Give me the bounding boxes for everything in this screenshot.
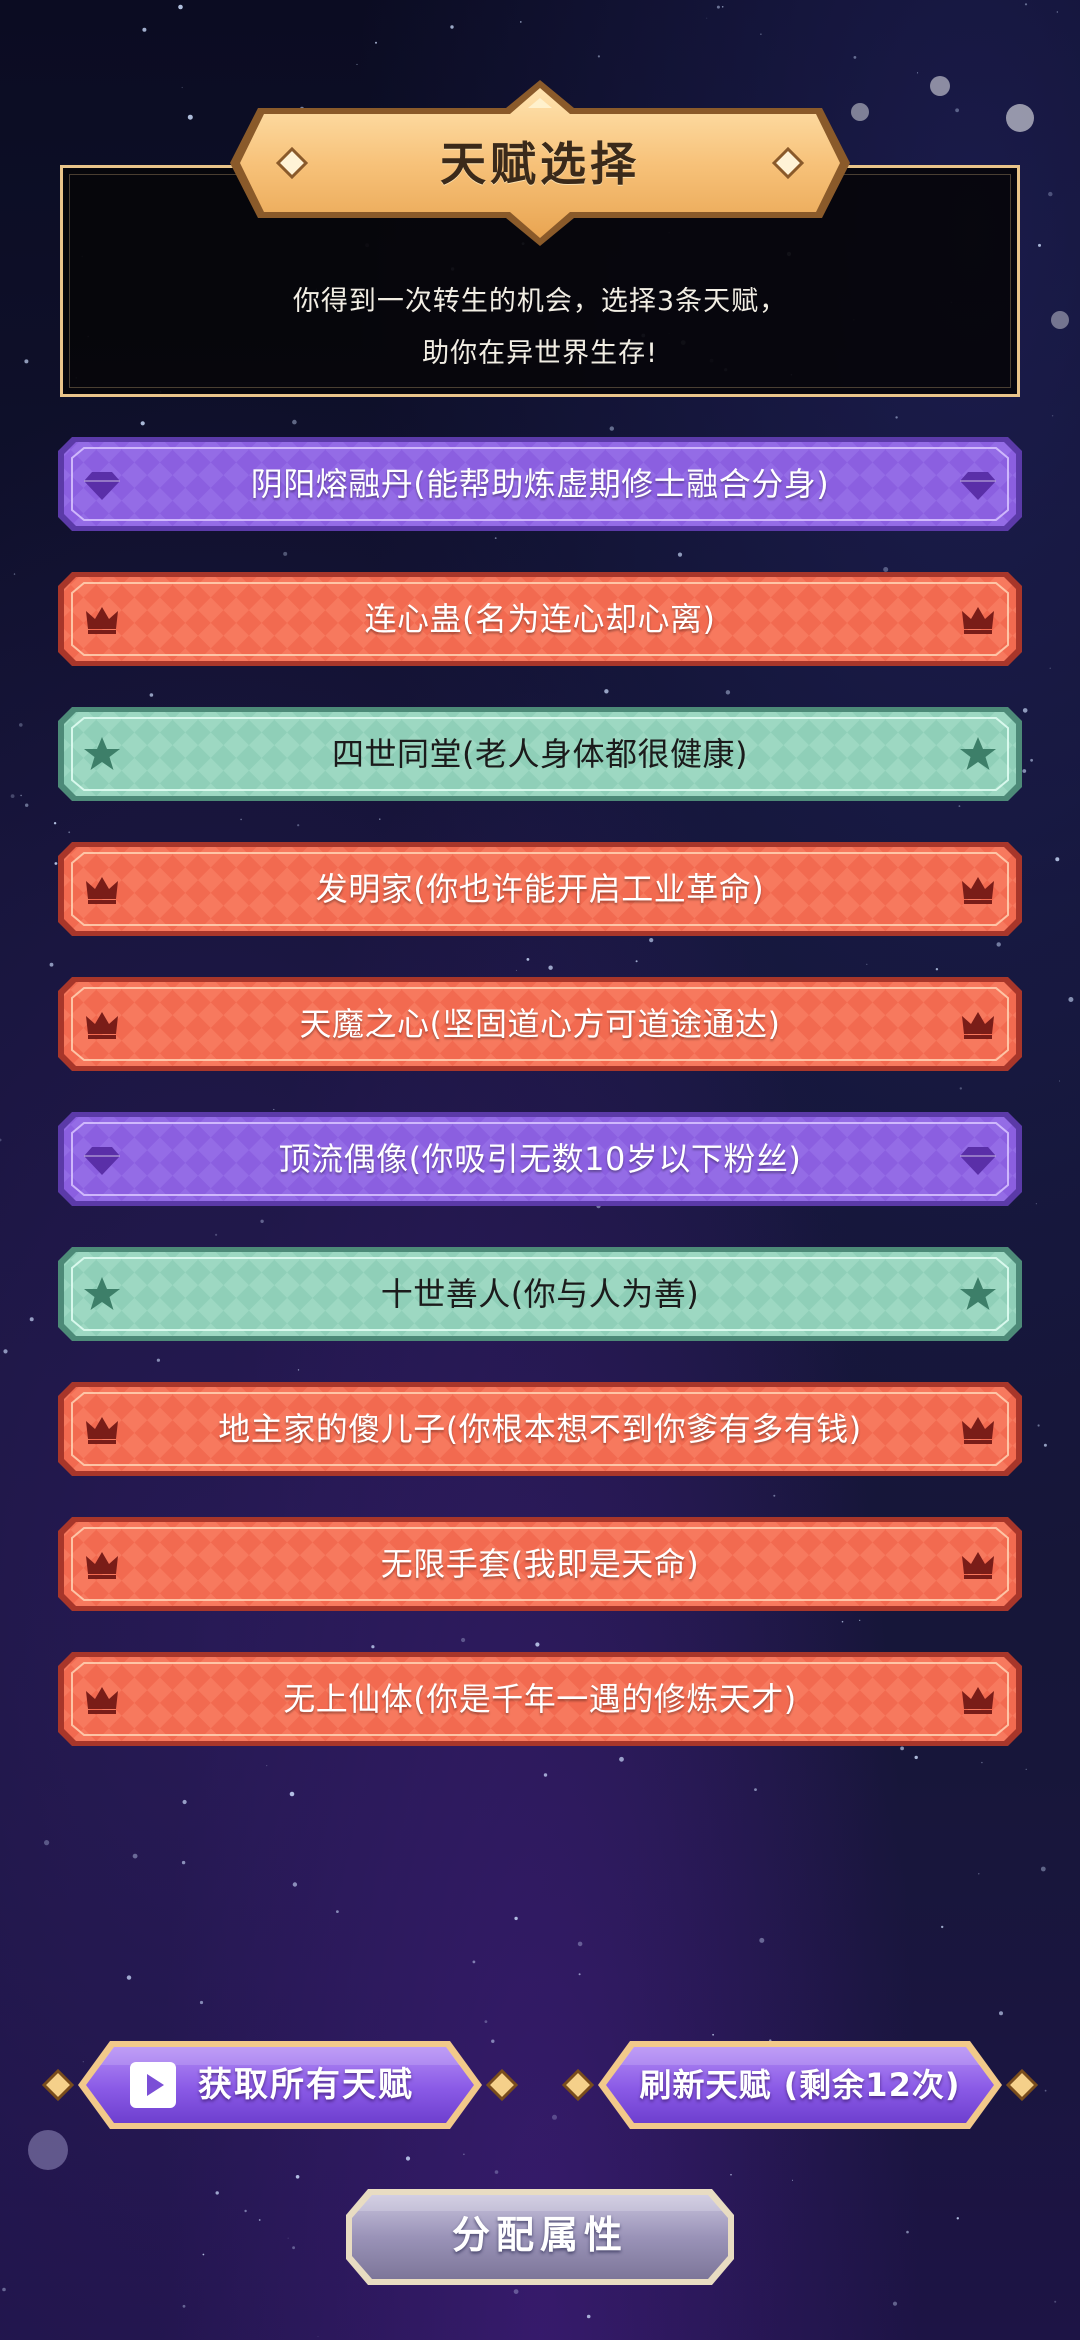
crown-icon [82,869,122,909]
talent-label: 顶流偶像(你吸引无数10岁以下粉丝) [278,1140,802,1178]
talent-label: 十世善人(你与人为善) [380,1275,700,1313]
talent-list: 阴阳熔融丹(能帮助炼虚期修士融合分身) 连心蛊(名为连心却心离) 四世同堂(老人身体… [58,437,1022,1787]
talent-label: 地主家的傻儿子(你根本想不到你爹有多有钱) [218,1410,862,1448]
talent-option[interactable]: 连心蛊(名为连心却心离) [58,572,1022,666]
talent-option[interactable]: 无限手套(我即是天命) [58,1517,1022,1611]
talent-option[interactable]: 发明家(你也许能开启工业革命) [58,842,1022,936]
crown-icon [958,869,998,909]
diamond-icon [82,464,122,504]
crown-icon [82,599,122,639]
talent-option[interactable]: 无上仙体(你是千年一遇的修炼天才) [58,1652,1022,1746]
assign-attributes-button[interactable]: 分配属性 [342,2185,738,2289]
refresh-talents-button[interactable]: 刷新天赋 (剩余12次) [550,2035,1050,2135]
talent-option[interactable]: 天魔之心(坚固道心方可道途通达) [58,977,1022,1071]
crown-icon [82,1004,122,1044]
talent-option[interactable]: 十世善人(你与人为善) [58,1247,1022,1341]
diamond-icon [82,1139,122,1179]
video-ad-icon [130,2062,176,2108]
talent-label: 发明家(你也许能开启工业革命) [315,870,765,908]
crown-icon [958,1679,998,1719]
subtitle-line-2: 助你在异世界生存! [422,338,658,369]
assign-attributes-label: 分配属性 [451,2213,628,2257]
diamond-icon [958,1139,998,1179]
talent-option[interactable]: 阴阳熔融丹(能帮助炼虚期修士融合分身) [58,437,1022,531]
subtitle-line-1: 你得到一次转生的机会，选择3条天赋， [292,286,788,317]
get-all-talents-button[interactable]: 获取所有天赋 [30,2035,530,2135]
crown-icon [82,1409,122,1449]
refresh-talents-label: 刷新天赋 (剩余12次) [639,2066,961,2104]
star-icon [82,734,122,774]
crown-icon [82,1679,122,1719]
talent-label: 连心蛊(名为连心却心离) [364,600,716,638]
talent-label: 无限手套(我即是天命) [380,1545,700,1583]
crown-icon [958,599,998,639]
crown-icon [82,1544,122,1584]
talent-option[interactable]: 顶流偶像(你吸引无数10岁以下粉丝) [58,1112,1022,1206]
diamond-icon [958,464,998,504]
talent-label: 阴阳熔融丹(能帮助炼虚期修士融合分身) [250,465,830,503]
crown-icon [958,1544,998,1584]
talent-label: 天魔之心(坚固道心方可道途通达) [299,1005,781,1043]
get-all-talents-label: 获取所有天赋 [198,2065,414,2105]
talent-option[interactable]: 四世同堂(老人身体都很健康) [58,707,1022,801]
page-title: 天赋选择 [440,137,640,191]
star-icon [958,1274,998,1314]
header-subtitle: 你得到一次转生的机会，选择3条天赋， 助你在异世界生存! [63,276,1017,380]
title-banner: 天赋选择 [222,74,858,252]
star-icon [82,1274,122,1314]
crown-icon [958,1004,998,1044]
crown-icon [958,1409,998,1449]
talent-label: 无上仙体(你是千年一遇的修炼天才) [283,1680,797,1718]
talent-label: 四世同堂(老人身体都很健康) [332,735,748,773]
talent-option[interactable]: 地主家的傻儿子(你根本想不到你爹有多有钱) [58,1382,1022,1476]
star-icon [958,734,998,774]
